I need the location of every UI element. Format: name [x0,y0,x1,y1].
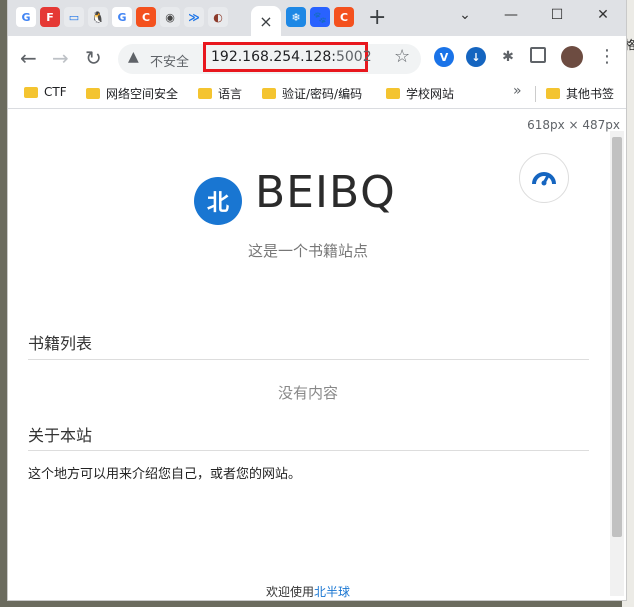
linux-icon[interactable]: 🐧 [88,7,108,27]
footer-link[interactable]: 北半球 [314,585,350,599]
empty-state: 没有内容 [277,384,338,402]
about-text: 这个地方可以用来介绍您自己，或者您的网站。 [28,467,302,482]
profile-avatar[interactable] [561,46,583,68]
bookmark-label: 学校网站 [406,87,455,101]
baidu-icon[interactable]: 🐾 [310,7,330,27]
logo-icon: 北 [194,177,242,225]
about-heading: 关于本站 [28,426,93,445]
google-icon[interactable]: G [16,7,36,27]
tab-list: G F ▭ 🐧 G C ◉ ≫ ◐ [16,7,228,27]
address-bar[interactable]: ▲ 不安全 192.168.254.128:5002 [118,42,421,74]
bookmark-label: 其他书签 [566,87,615,101]
url-host: 192.168.254.128: [211,49,336,65]
c-icon[interactable]: C [334,7,354,27]
new-tab-button[interactable]: + [368,5,386,30]
close-icon[interactable]: × [259,12,272,31]
globe-icon[interactable]: ◉ [160,7,180,27]
tab-list-after: ❄ 🐾 C [286,7,354,27]
bookmark-languages[interactable]: 语言 [198,85,242,102]
folder-icon [262,88,276,99]
footer: 欢迎使用北半球 [8,583,608,600]
snowflake-icon[interactable]: ❄ [286,7,306,27]
browser-window: G F ▭ 🐧 G C ◉ ≫ ◐ × ❄ 🐾 C + ⌄ — ☐ ✕ ← → ↻ ▲ 不安全 19… [8,0,626,600]
scrollbar-thumb[interactable] [612,137,622,537]
url-port: 5002 [335,49,372,65]
monitor-icon[interactable]: ▭ [64,7,84,27]
warning-icon[interactable]: ▲ [128,49,139,65]
folder-icon [546,88,560,99]
back-button[interactable]: ← [20,46,37,70]
folder-icon [24,86,38,98]
reload-button[interactable]: ↻ [85,46,102,70]
bookmark-label: 验证/密码/编码 [282,87,363,101]
bookmark-ctf[interactable]: CTF [24,85,67,99]
footer-text: 欢迎使用 [265,585,314,599]
tab-active[interactable]: × [251,6,281,36]
bookmarks-overflow-button[interactable]: » [513,83,522,99]
side-panel-icon[interactable] [530,47,546,63]
browser-toolbar: ← → ↻ ▲ 不安全 192.168.254.128:5002 ☆ V ↓ ✱… [8,36,626,80]
dashboard-button[interactable] [519,153,569,203]
window-controls: ⌄ — ☐ ✕ [442,0,626,30]
bookmark-crypto[interactable]: 验证/密码/编码 [262,85,362,102]
bookmarks-bar: CTF 网络空间安全 语言 验证/密码/编码 学校网站 » 其他书签 [8,80,626,109]
url-highlight[interactable]: 192.168.254.128:5002 [203,42,372,72]
app-icon[interactable]: F [40,7,60,27]
books-heading: 书籍列表 [28,334,93,353]
forward-button[interactable]: → [52,46,69,70]
divider [28,359,589,360]
extension-download-icon[interactable]: ↓ [466,47,486,67]
bookmark-network-security[interactable]: 网络空间安全 [86,85,178,102]
insecure-label[interactable]: 不安全 [150,51,189,70]
bookmark-label: 语言 [218,87,243,101]
minimize-button[interactable]: — [488,0,534,30]
bookmark-star-icon[interactable]: ☆ [394,46,410,67]
maximize-button[interactable]: ☐ [534,0,580,30]
shield-icon[interactable]: ◐ [208,7,228,27]
folder-icon [386,88,400,99]
extension-v-icon[interactable]: V [434,47,454,67]
extensions-puzzle-icon[interactable]: ✱ [498,47,518,67]
c-icon[interactable]: C [136,7,156,27]
url-text[interactable]: 192.168.254.128:5002 [211,49,372,65]
bookmark-other[interactable]: 其他书签 [546,85,614,102]
bookmark-school[interactable]: 学校网站 [386,85,454,102]
chevron-icon[interactable]: ≫ [184,7,204,27]
page-viewport: 618px × 487px 北 BEIBQ 这是一个书籍站点 书籍列表 没有内容… [8,109,626,600]
folder-icon [86,88,100,99]
divider [28,450,589,451]
site-title: BEIBQ [255,167,396,218]
menu-icon[interactable]: ⋮ [598,46,616,67]
tab-strip: G F ▭ 🐧 G C ◉ ≫ ◐ × ❄ 🐾 C + ⌄ — ☐ ✕ [8,0,626,36]
bookmark-label: CTF [44,85,67,99]
bookmarks-divider [535,86,536,102]
viewport-dimensions: 618px × 487px [527,118,620,132]
folder-icon [198,88,212,99]
site-tagline: 这是一个书籍站点 [247,242,368,260]
tab-search-icon[interactable]: ⌄ [442,0,488,30]
speedometer-icon [532,172,556,186]
bookmark-label: 网络空间安全 [106,87,179,101]
google-icon[interactable]: G [112,7,132,27]
close-window-button[interactable]: ✕ [580,0,626,30]
